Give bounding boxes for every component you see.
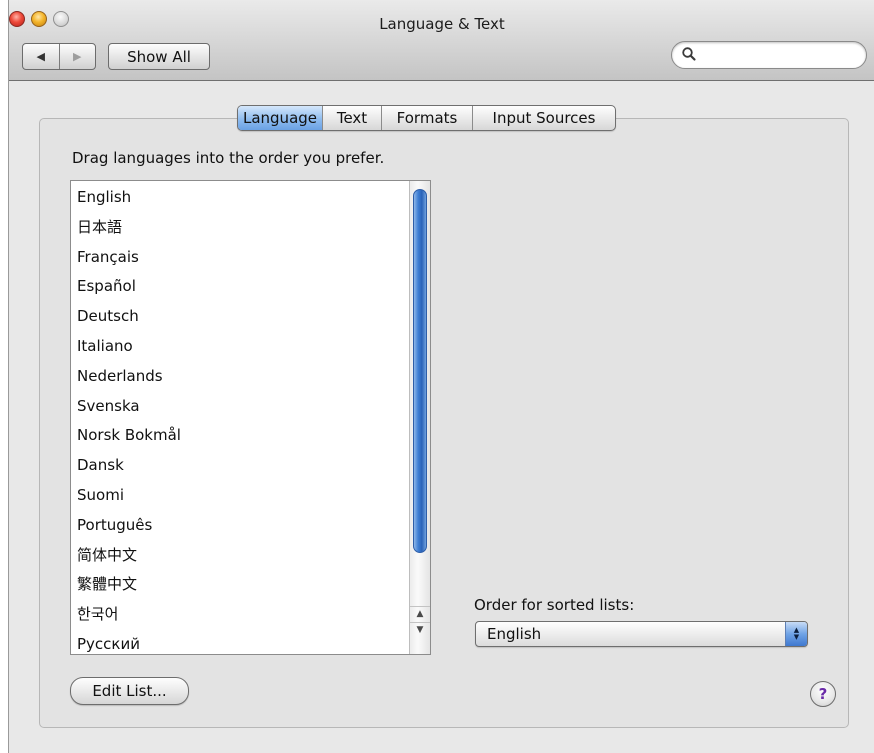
window-title: Language & Text xyxy=(379,15,505,33)
language-list-items: English 日本語 Français Español Deutsch Ita… xyxy=(71,181,407,654)
forward-button[interactable]: ▶ xyxy=(58,44,96,69)
vertical-scrollbar[interactable]: ▲ ▼ xyxy=(409,181,430,654)
back-button[interactable]: ◀ xyxy=(23,44,59,69)
search-input[interactable] xyxy=(700,44,854,66)
scrollbar-thumb[interactable] xyxy=(413,189,427,553)
sorted-lists-popup[interactable]: English ▲ ▼ xyxy=(475,621,808,647)
list-item[interactable]: 한국어 xyxy=(71,599,407,629)
back-arrow-icon: ◀ xyxy=(36,50,45,63)
scroll-down-arrow-icon[interactable]: ▼ xyxy=(410,622,430,638)
list-item[interactable]: Français xyxy=(71,242,407,272)
scroll-up-arrow-icon[interactable]: ▲ xyxy=(410,606,430,622)
preferences-window: Language & Text ◀ ▶ Show All Language Te… xyxy=(8,0,874,753)
show-all-button[interactable]: Show All xyxy=(108,43,210,70)
magnifier-icon xyxy=(682,47,696,61)
list-item[interactable]: Suomi xyxy=(71,480,407,510)
list-item[interactable]: Português xyxy=(71,510,407,540)
help-button[interactable]: ? xyxy=(810,681,836,707)
search-field[interactable] xyxy=(671,41,867,69)
tab-formats[interactable]: Formats xyxy=(381,106,472,130)
list-item[interactable]: 繁體中文 xyxy=(71,569,407,599)
list-item[interactable]: Norsk Bokmål xyxy=(71,420,407,450)
list-item[interactable]: Italiano xyxy=(71,331,407,361)
tab-language[interactable]: Language xyxy=(238,106,322,130)
edit-list-button[interactable]: Edit List... xyxy=(70,677,189,705)
list-item[interactable]: Dansk xyxy=(71,450,407,480)
list-item[interactable]: Español xyxy=(71,271,407,301)
list-item[interactable]: 简体中文 xyxy=(71,540,407,570)
list-item[interactable]: English xyxy=(71,182,407,212)
tab-input-sources[interactable]: Input Sources xyxy=(472,106,615,130)
forward-arrow-icon: ▶ xyxy=(73,50,82,63)
sorted-lists-label: Order for sorted lists: xyxy=(474,596,635,614)
sorted-lists-value: English xyxy=(487,625,542,643)
list-item[interactable]: 日本語 xyxy=(71,212,407,242)
list-item[interactable]: Nederlands xyxy=(71,361,407,391)
popup-chevron-icon: ▲ ▼ xyxy=(785,622,807,646)
list-item[interactable]: Svenska xyxy=(71,391,407,421)
tab-text[interactable]: Text xyxy=(322,106,381,130)
tab-bar: Language Text Formats Input Sources xyxy=(237,105,616,131)
list-item[interactable]: Deutsch xyxy=(71,301,407,331)
list-item[interactable]: Русский xyxy=(71,629,407,654)
instructions-label: Drag languages into the order you prefer… xyxy=(72,149,385,167)
title-bar: Language & Text ◀ ▶ Show All xyxy=(9,0,874,81)
language-list[interactable]: English 日本語 Français Español Deutsch Ita… xyxy=(70,180,431,655)
back-forward-control: ◀ ▶ xyxy=(22,43,96,70)
